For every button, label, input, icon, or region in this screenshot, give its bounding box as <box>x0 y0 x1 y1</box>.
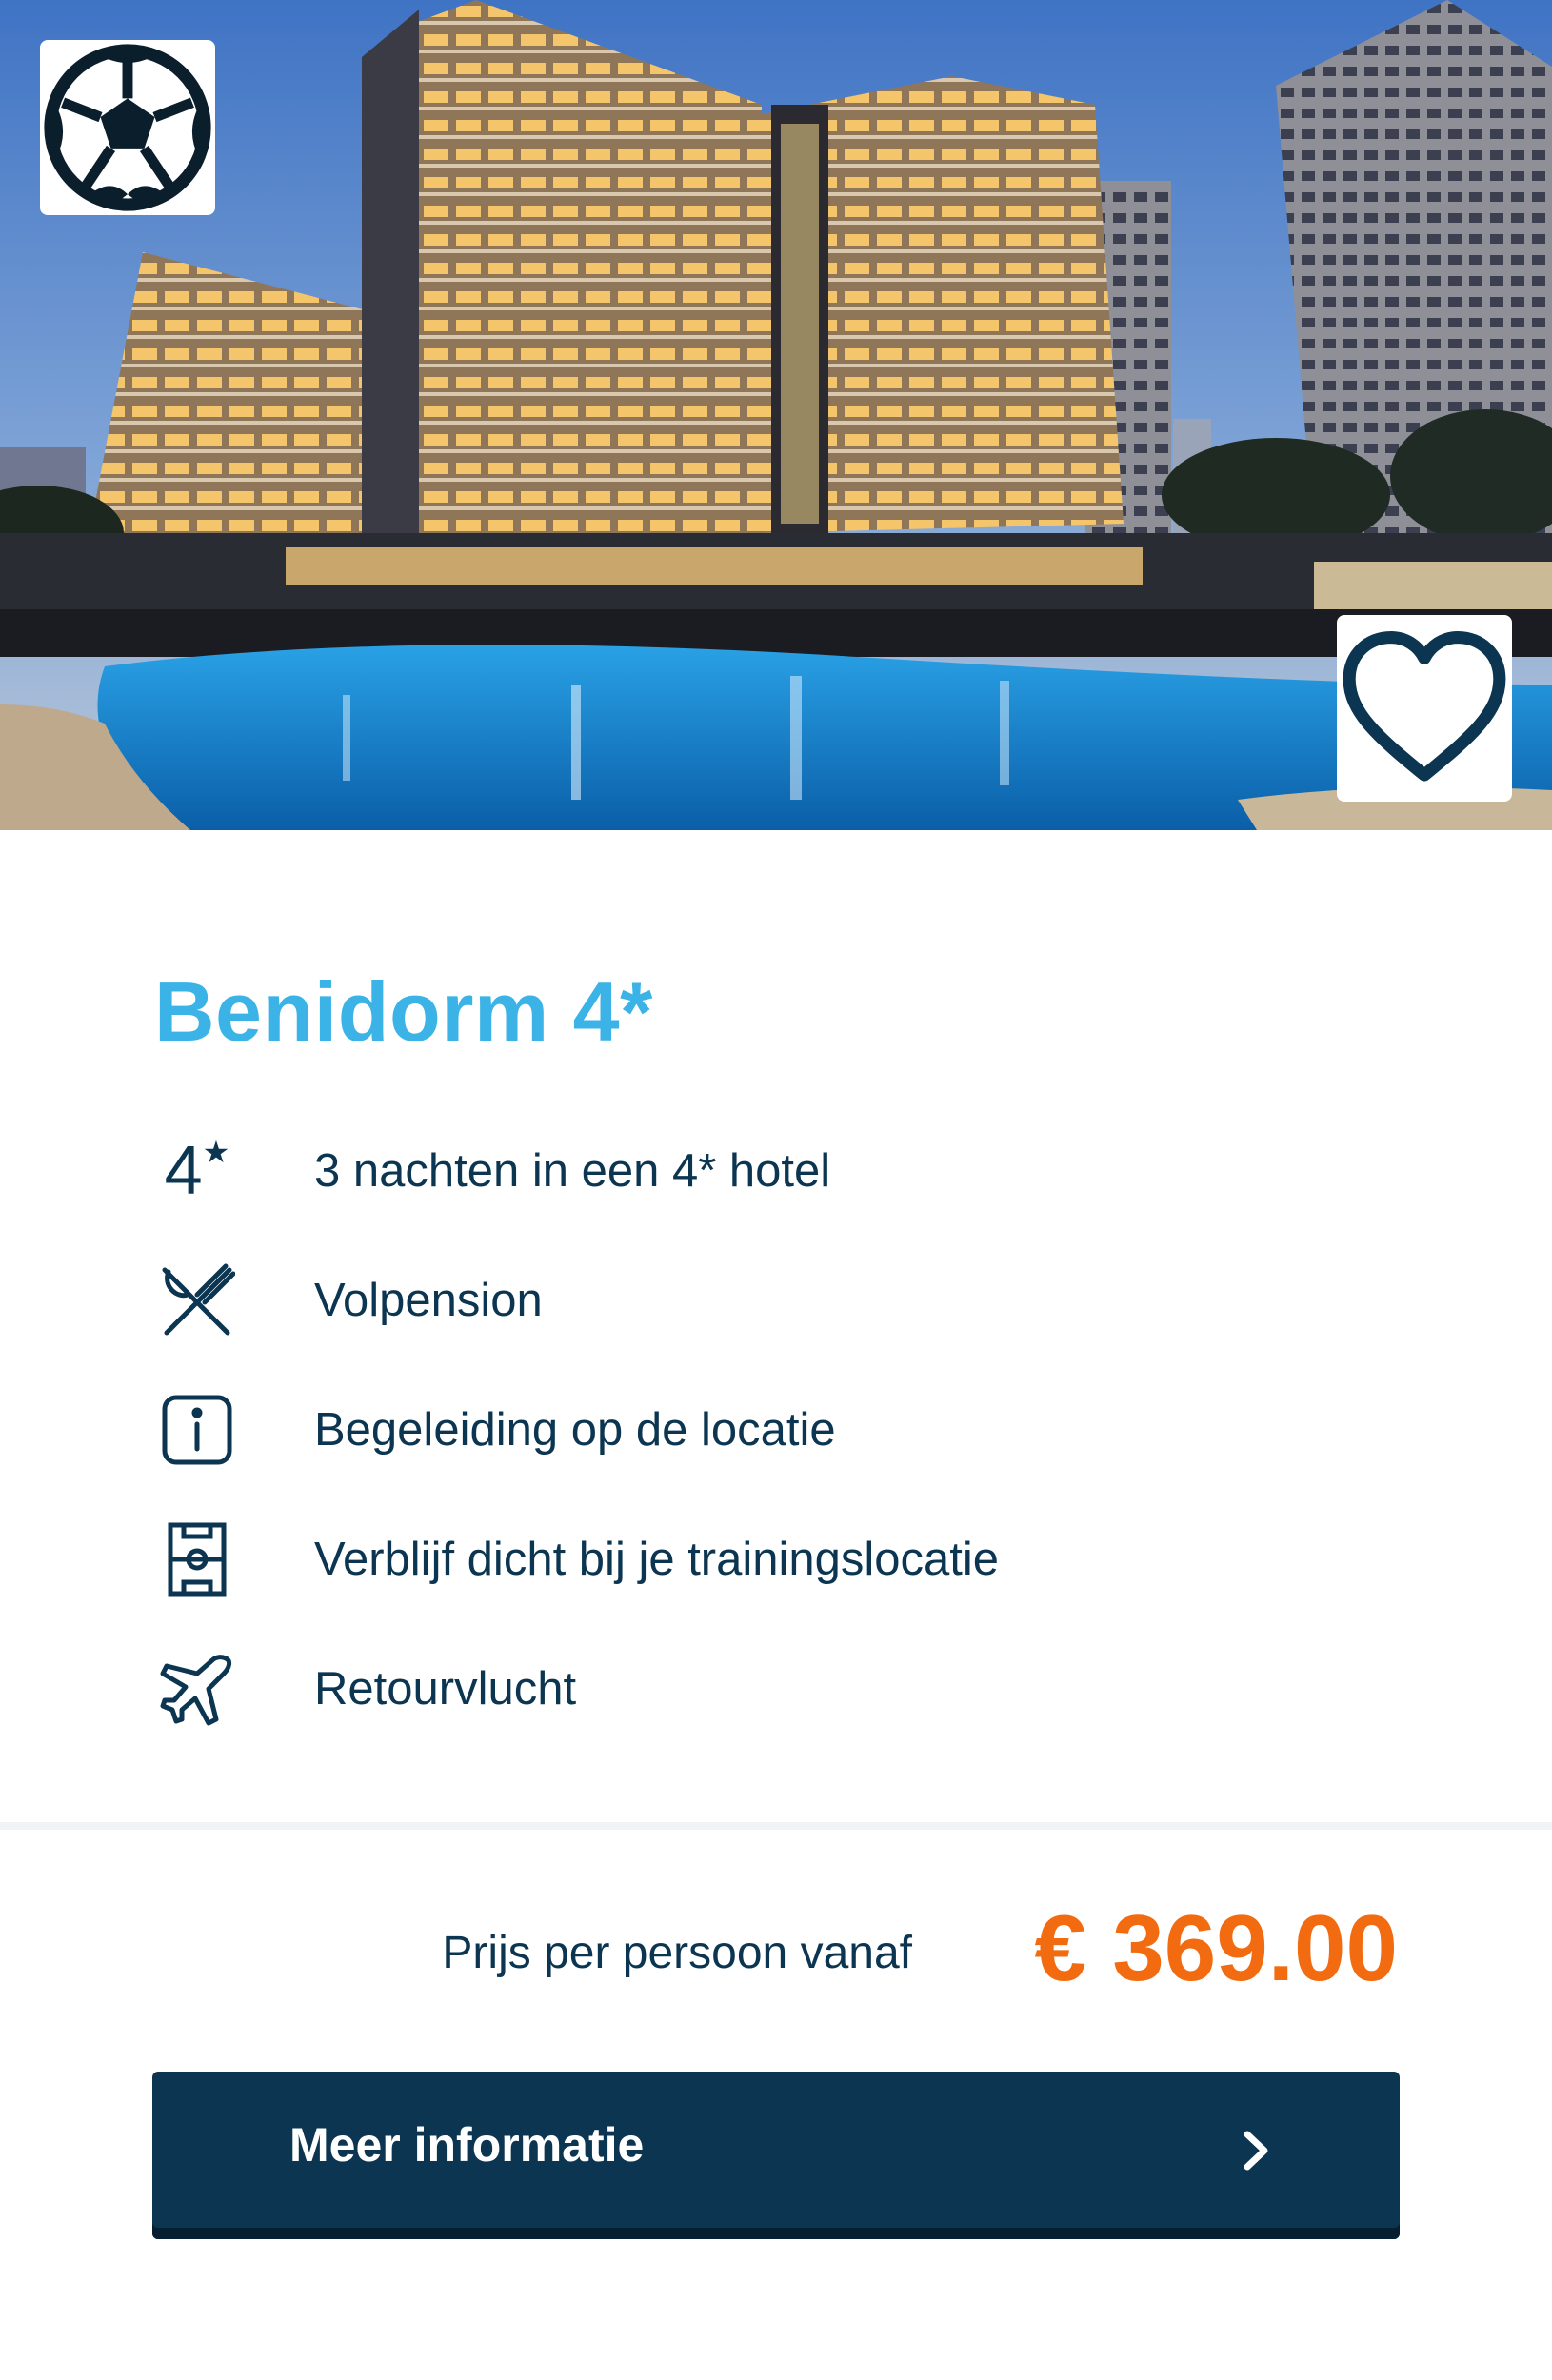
favorite-button[interactable] <box>1337 615 1512 802</box>
pitch-icon <box>154 1517 240 1602</box>
feature-label: 3 nachten in een 4* hotel <box>314 1145 831 1197</box>
offer-title: Benidorm 4* <box>154 964 653 1059</box>
plane-icon <box>154 1646 240 1732</box>
price-row: Prijs per persoon vanaf € 369.00 <box>0 1894 1552 2009</box>
offer-card: Benidorm 4* 4 ★ 3 nachten in een 4* hotel <box>0 0 1552 2380</box>
feature-item: Verblijf dicht bij je trainingslocatie <box>154 1495 999 1624</box>
section-divider <box>0 1822 1552 1830</box>
price-label: Prijs per persoon vanaf <box>442 1928 912 1978</box>
offer-details: Benidorm 4* 4 ★ 3 nachten in een 4* hotel <box>0 830 1552 1824</box>
feature-item: Begeleiding op de locatie <box>154 1365 999 1495</box>
soccer-ball-icon <box>44 44 211 211</box>
feature-list: 4★ 3 nachten in een 4* hotel Volpension <box>154 1106 999 1754</box>
feature-item: Retourvlucht <box>154 1624 999 1754</box>
feature-label: Volpension <box>314 1275 543 1326</box>
four-star-icon: 4 ★ <box>164 1133 230 1209</box>
cutlery-icon <box>154 1258 240 1343</box>
more-info-label: Meer informatie <box>289 2118 645 2172</box>
more-info-button[interactable]: Meer informatie <box>152 2072 1400 2239</box>
feature-item: 4 ★ 3 nachten in een 4* hotel <box>154 1106 999 1236</box>
feature-label: Verblijf dicht bij je trainingslocatie <box>314 1534 1000 1585</box>
info-icon <box>154 1387 240 1473</box>
feature-label: Retourvlucht <box>314 1663 577 1715</box>
heart-outline-icon <box>1343 630 1506 782</box>
sport-badge <box>40 40 215 215</box>
feature-label: Begeleiding op de locatie <box>314 1404 836 1456</box>
price-value: € 369.00 <box>1034 1895 1398 2000</box>
hotel-photo <box>0 0 1552 830</box>
chevron-right-icon <box>1244 2131 1268 2171</box>
feature-item: Volpension <box>154 1236 999 1365</box>
